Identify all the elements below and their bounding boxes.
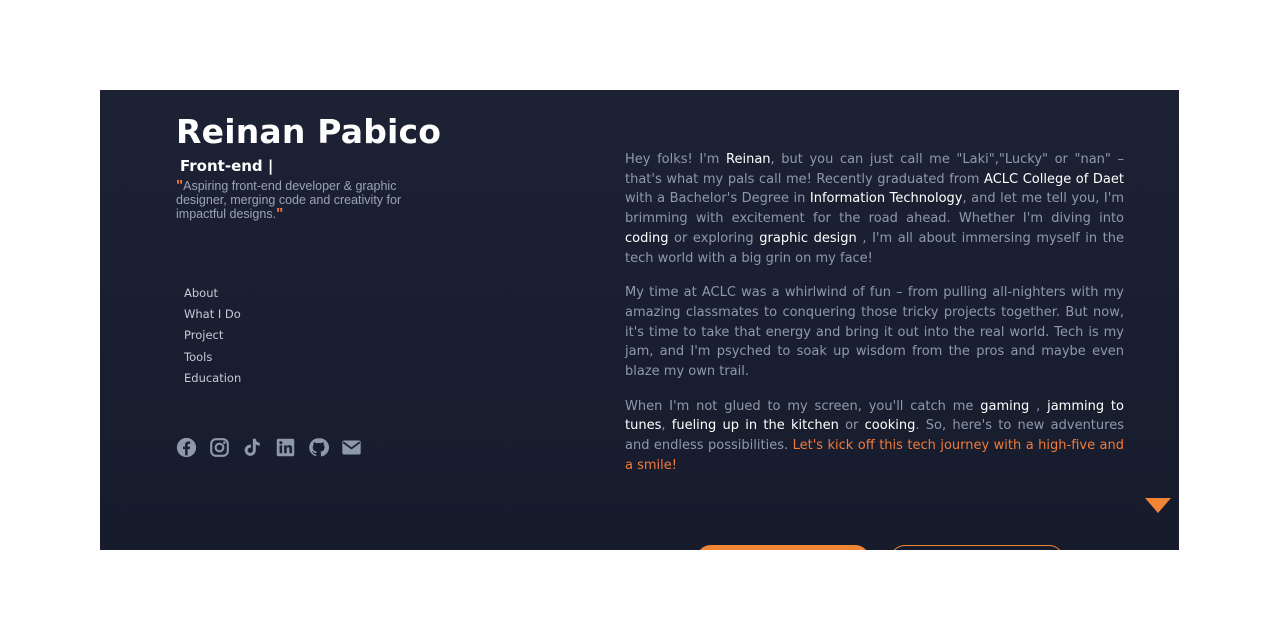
body-text: , <box>1029 398 1048 414</box>
nav-item-what-i-do[interactable]: What I Do <box>184 304 241 325</box>
nav-item-about[interactable]: About <box>184 283 241 304</box>
nav-item-project[interactable]: Project <box>184 325 241 346</box>
body-text: or exploring <box>668 230 760 246</box>
body-text: My time at ACLC was a whirlwind of fun –… <box>625 285 1124 380</box>
tiktok-icon[interactable] <box>242 437 263 458</box>
tagline-text: Aspiring front-end developer & graphic d… <box>176 179 402 221</box>
page-title: Reinan Pabico <box>176 112 442 151</box>
about-paragraph-2: My time at ACLC was a whirlwind of fun –… <box>625 283 1124 382</box>
nav-item-tools[interactable]: Tools <box>184 347 241 368</box>
highlight-text: Information Technology <box>809 191 963 207</box>
about-text: Hey folks! I'm Reinan, but you can just … <box>625 150 1124 491</box>
highlight-text: ACLC College of Daet <box>984 171 1124 187</box>
instagram-icon[interactable] <box>209 437 230 458</box>
highlight-text: fueling up in the kitchen <box>671 418 839 434</box>
github-icon[interactable] <box>308 437 329 458</box>
highlight-text: cooking <box>864 418 916 434</box>
close-quote: " <box>276 205 284 222</box>
scroll-down-arrow-icon[interactable] <box>1145 498 1171 513</box>
facebook-icon[interactable] <box>176 437 197 458</box>
linkedin-icon[interactable] <box>275 437 296 458</box>
about-paragraph-1: Hey folks! I'm Reinan, but you can just … <box>625 150 1124 268</box>
body-text: with a Bachelor's Degree in <box>625 191 810 207</box>
highlight-text: Reinan <box>726 152 771 167</box>
body-text: , <box>661 418 672 434</box>
body-text: or <box>838 418 865 434</box>
body-text: When I'm not glued to my screen, you'll … <box>625 398 981 414</box>
outline-button[interactable] <box>890 545 1064 550</box>
section-nav: About What I Do Project Tools Education <box>184 283 241 389</box>
about-paragraph-3: When I'm not glued to my screen, you'll … <box>625 397 1124 476</box>
mail-icon[interactable] <box>341 437 362 458</box>
role-title: Front-end | <box>180 157 274 175</box>
social-links <box>176 437 362 458</box>
nav-item-education[interactable]: Education <box>184 368 241 389</box>
portfolio-hero: Reinan Pabico Front-end | "Aspiring fron… <box>100 90 1179 550</box>
highlight-text: gaming <box>980 398 1030 414</box>
highlight-text: graphic design <box>759 230 857 246</box>
body-text: Hey folks! I'm <box>625 152 727 167</box>
tagline: "Aspiring front-end developer & graphic … <box>176 178 446 222</box>
highlight-text: coding <box>625 230 669 246</box>
primary-button[interactable] <box>696 545 870 550</box>
